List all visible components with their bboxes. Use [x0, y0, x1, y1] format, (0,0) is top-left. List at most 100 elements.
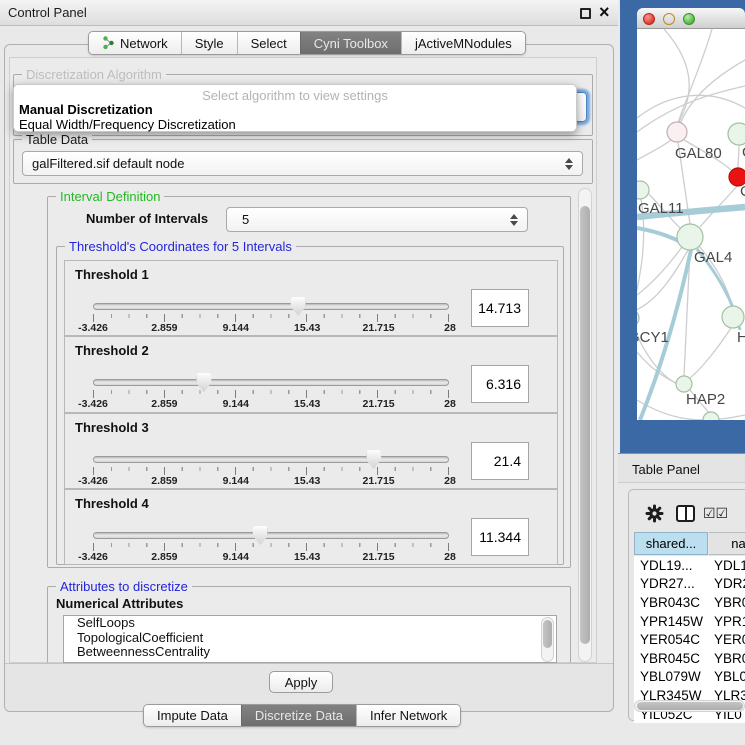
- gear-icon[interactable]: [645, 504, 664, 523]
- table-row[interactable]: YER054CYER0: [634, 630, 745, 649]
- table-data-selected-value: galFiltered.sif default node: [32, 156, 184, 171]
- network-window-titlebar[interactable]: [637, 8, 745, 29]
- tab-network[interactable]: Network: [89, 32, 181, 54]
- node-label-gal11: GAL11: [638, 200, 684, 217]
- column-header-shared-name[interactable]: shared...: [634, 532, 708, 555]
- attributes-list-scrollbar-thumb[interactable]: [543, 620, 552, 648]
- threshold-1-value-field[interactable]: [471, 289, 529, 327]
- window-title: Control Panel: [8, 5, 87, 20]
- table-row[interactable]: YBR043CYBR0: [634, 593, 745, 612]
- tab-select[interactable]: Select: [237, 32, 300, 54]
- tab-cyni-toolbox[interactable]: Cyni Toolbox: [300, 32, 401, 54]
- numerical-attributes-label: Numerical Attributes: [56, 596, 183, 611]
- table-horizontal-scrollbar[interactable]: [634, 700, 745, 712]
- split-columns-icon[interactable]: [676, 505, 695, 522]
- table-panel-title: Table Panel: [632, 462, 700, 477]
- top-tabstrip: Network Style Select Cyni Toolbox jActiv…: [88, 31, 526, 55]
- threshold-4-value-field[interactable]: [471, 518, 529, 556]
- threshold-2-label: Threshold 2: [75, 343, 149, 358]
- threshold-row-3: Threshold 3 -3.4262.8599.14415.4321.7152…: [64, 413, 558, 489]
- node-h[interactable]: [722, 306, 744, 328]
- threshold-1-scale-labels: -3.4262.8599.14415.4321.71528: [93, 322, 450, 334]
- main-vertical-scrollbar-thumb[interactable]: [580, 206, 590, 644]
- node-label-hap2: HAP2: [686, 391, 725, 408]
- algorithm-placeholder: Select algorithm to view settings: [14, 88, 576, 103]
- main-vertical-scrollbar[interactable]: [578, 188, 592, 662]
- network-nodes[interactable]: [637, 122, 745, 420]
- thresholds-group-title: Threshold's Coordinates for 5 Intervals: [65, 239, 296, 254]
- threshold-2-value-field[interactable]: [471, 365, 529, 403]
- node-g[interactable]: [728, 123, 745, 145]
- dropdown-option-manual-discretization[interactable]: Manual Discretization: [19, 102, 153, 117]
- table-row[interactable]: YBR045CYBR0: [634, 649, 745, 668]
- node-label-gcy1: GCY1: [637, 329, 669, 346]
- tab-jactivemnodules[interactable]: jActiveMNodules: [401, 32, 525, 54]
- node-table-rows: YDL19...YDL1 YDR27...YDR2 YBR043CYBR0 YP…: [634, 556, 745, 723]
- close-icon[interactable]: ×: [599, 1, 610, 23]
- number-of-intervals-label: Number of Intervals: [86, 211, 208, 226]
- threshold-row-2: Threshold 2 -3.4262.8599.14415.4321.7152…: [64, 336, 558, 413]
- table-data-group-title: Table Data: [22, 132, 92, 147]
- thresholds-group: Threshold's Coordinates for 5 Intervals …: [56, 246, 564, 565]
- zoom-traffic-light-icon[interactable]: [683, 13, 695, 25]
- node-label-h: H: [737, 329, 745, 346]
- table-horizontal-scrollbar-thumb[interactable]: [637, 702, 743, 710]
- minimize-traffic-light-icon[interactable]: [663, 13, 675, 25]
- list-item[interactable]: TopologicalCoefficient: [64, 631, 556, 646]
- interval-definition-group: Interval Definition Number of Intervals …: [47, 196, 571, 568]
- apply-button[interactable]: Apply: [269, 671, 333, 693]
- attributes-list-scrollbar[interactable]: [541, 617, 554, 662]
- algorithm-dropdown-popup: Select algorithm to view settings Manual…: [13, 84, 577, 132]
- attributes-group-title: Attributes to discretize: [56, 579, 192, 594]
- node-label-gal80: GAL80: [675, 145, 722, 162]
- close-traffic-light-icon[interactable]: [643, 13, 655, 25]
- threshold-2-scale-labels: -3.4262.8599.14415.4321.71528: [93, 398, 450, 410]
- threshold-row-4: Threshold 4 -3.4262.8599.14415.4321.7152…: [64, 489, 558, 565]
- tab-impute-data[interactable]: Impute Data: [144, 705, 241, 726]
- application-root: Control Panel × Network Style Select Cyn…: [0, 0, 745, 745]
- node-partial-bottom[interactable]: [703, 412, 719, 420]
- tab-infer-network[interactable]: Infer Network: [356, 705, 460, 726]
- combo-arrows-icon: [510, 214, 518, 226]
- table-row[interactable]: YBL079WYBL0: [634, 668, 745, 687]
- threshold-3-value-field[interactable]: [471, 442, 529, 480]
- threshold-3-scale-labels: -3.4262.8599.14415.4321.71528: [93, 475, 450, 487]
- table-row[interactable]: YPR145WYPR1: [634, 612, 745, 631]
- table-panel-titlebar: Table Panel: [618, 453, 745, 483]
- node-gal11[interactable]: [637, 181, 649, 199]
- node-hap2[interactable]: [676, 376, 692, 392]
- control-panel-titlebar: Control Panel ×: [0, 0, 618, 26]
- table-row[interactable]: YDR27...YDR2: [634, 575, 745, 594]
- threshold-row-1: Threshold 1 -3.4262.8599.14415.4321.7152…: [64, 260, 558, 336]
- combo-arrows-icon: [565, 158, 573, 170]
- number-of-intervals-combobox[interactable]: 5: [226, 207, 528, 232]
- node-gal80[interactable]: [667, 122, 687, 142]
- tab-style[interactable]: Style: [181, 32, 237, 54]
- threshold-1-slider[interactable]: [93, 303, 449, 310]
- node-gcy1[interactable]: [637, 310, 639, 326]
- threshold-1-label: Threshold 1: [75, 267, 149, 282]
- list-item[interactable]: BetweennessCentrality: [64, 645, 556, 660]
- number-of-intervals-value: 5: [236, 212, 249, 227]
- threshold-3-label: Threshold 3: [75, 420, 149, 435]
- threshold-4-scale-labels: -3.4262.8599.14415.4321.71528: [93, 551, 450, 563]
- threshold-3-slider[interactable]: [93, 456, 449, 463]
- select-columns-checkboxes-icon[interactable]: ☑☑: [703, 505, 728, 522]
- threshold-2-slider[interactable]: [93, 379, 449, 386]
- column-header-name[interactable]: na: [709, 532, 745, 555]
- attributes-group: Attributes to discretize Numerical Attri…: [47, 586, 571, 663]
- node-gal4[interactable]: [677, 224, 703, 250]
- table-row[interactable]: YDL19...YDL1: [634, 556, 745, 575]
- node-label-c: C: [740, 183, 745, 200]
- network-icon: [102, 36, 115, 50]
- threshold-4-label: Threshold 4: [75, 496, 149, 511]
- table-data-combobox[interactable]: galFiltered.sif default node: [22, 151, 583, 176]
- numerical-attributes-list[interactable]: SelfLoops TopologicalCoefficient Between…: [63, 615, 557, 663]
- node-label-gal4: GAL4: [694, 249, 732, 266]
- dropdown-option-equal-width-frequency[interactable]: Equal Width/Frequency Discretization: [19, 117, 236, 132]
- threshold-4-slider[interactable]: [93, 532, 449, 539]
- float-window-icon[interactable]: [580, 8, 591, 19]
- interval-definition-group-title: Interval Definition: [56, 189, 164, 204]
- list-item[interactable]: SelfLoops: [64, 616, 556, 631]
- tab-discretize-data[interactable]: Discretize Data: [241, 705, 356, 726]
